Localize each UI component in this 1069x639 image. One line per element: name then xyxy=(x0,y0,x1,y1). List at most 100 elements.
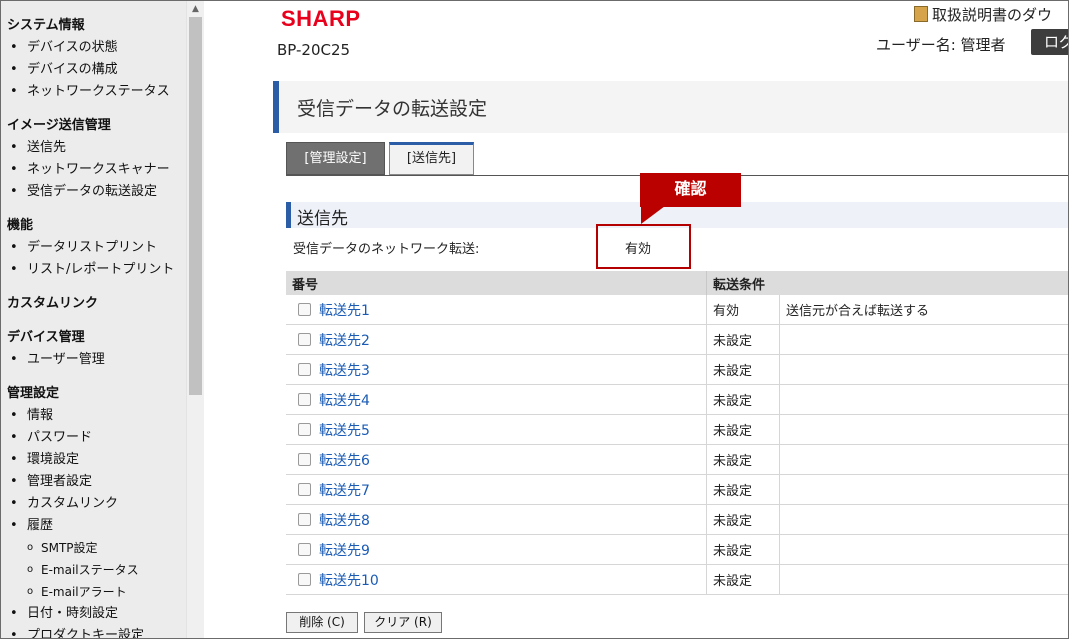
sidebar-subitem-email-status[interactable]: E-mailステータス xyxy=(1,559,186,581)
network-transfer-label: 受信データのネットワーク転送: xyxy=(293,242,480,257)
sidebar-item-password[interactable]: パスワード xyxy=(1,427,186,449)
sidebar-item-data-list-print[interactable]: データリストプリント xyxy=(1,237,186,259)
status-cell: 未設定 xyxy=(706,384,780,415)
page-title-bar: 受信データの転送設定 xyxy=(273,81,1068,133)
sharp-logo: SHARP xyxy=(281,6,361,31)
condition-cell xyxy=(779,324,1068,355)
row-checkbox[interactable] xyxy=(298,542,311,556)
manual-book-icon xyxy=(914,6,928,22)
destination-link[interactable]: 転送先5 xyxy=(319,423,370,439)
condition-cell: 送信元が合えば転送する xyxy=(779,295,1068,325)
sidebar-section-device-management[interactable]: デバイス管理 xyxy=(1,327,186,349)
condition-cell xyxy=(779,534,1068,565)
logout-button[interactable]: ログ xyxy=(1031,29,1068,55)
scroll-up-arrow-icon[interactable]: ▲ xyxy=(187,1,204,17)
sidebar-item-report-print[interactable]: リスト/レポートプリント xyxy=(1,259,186,281)
table-row: 転送先2 未設定 xyxy=(286,324,1068,355)
number-cell: 転送先4 xyxy=(286,384,707,415)
condition-cell xyxy=(779,384,1068,415)
section-title: 送信先 xyxy=(297,209,348,229)
table-row: 転送先9 未設定 xyxy=(286,534,1068,565)
sidebar-section-admin-settings[interactable]: 管理設定 xyxy=(1,383,186,405)
sidebar-item-product-key[interactable]: プロダクトキー設定 xyxy=(1,625,186,638)
table-row: 転送先4 未設定 xyxy=(286,384,1068,415)
row-checkbox[interactable] xyxy=(298,452,311,466)
number-cell: 転送先7 xyxy=(286,474,707,505)
row-checkbox[interactable] xyxy=(298,572,311,586)
tab-admin-settings[interactable]: [管理設定] xyxy=(286,142,385,175)
sidebar-item-info[interactable]: 情報 xyxy=(1,405,186,427)
destination-link[interactable]: 転送先4 xyxy=(319,393,370,409)
status-cell: 未設定 xyxy=(706,504,780,535)
condition-cell xyxy=(779,564,1068,595)
sidebar-item-user-management[interactable]: ユーザー管理 xyxy=(1,349,186,371)
table-row: 転送先8 未設定 xyxy=(286,504,1068,535)
sidebar-section-system-info[interactable]: システム情報 xyxy=(1,15,186,37)
number-cell: 転送先8 xyxy=(286,504,707,535)
sidebar-item-network-scanner[interactable]: ネットワークスキャナー xyxy=(1,159,186,181)
condition-cell xyxy=(779,414,1068,445)
delete-button[interactable]: 削除 (C) xyxy=(286,612,358,633)
number-cell: 転送先9 xyxy=(286,534,707,565)
destination-link[interactable]: 転送先7 xyxy=(319,483,370,499)
row-checkbox[interactable] xyxy=(298,422,311,436)
row-checkbox[interactable] xyxy=(298,512,311,526)
sidebar-item-history[interactable]: 履歴 xyxy=(1,515,186,537)
row-checkbox[interactable] xyxy=(298,302,311,316)
condition-cell xyxy=(779,444,1068,475)
destination-link[interactable]: 転送先9 xyxy=(319,543,370,559)
status-cell: 未設定 xyxy=(706,354,780,385)
sidebar-section-image-send[interactable]: イメージ送信管理 xyxy=(1,115,186,137)
destination-link[interactable]: 転送先8 xyxy=(319,513,370,529)
sidebar-item-device-status[interactable]: デバイスの状態 xyxy=(1,37,186,59)
sidebar-section-custom-links[interactable]: カスタムリンク xyxy=(1,293,186,315)
destination-link[interactable]: 転送先1 xyxy=(319,303,370,319)
row-checkbox[interactable] xyxy=(298,362,311,376)
sidebar-subitem-smtp[interactable]: SMTP設定 xyxy=(1,537,186,559)
sidebar-section-functions[interactable]: 機能 xyxy=(1,215,186,237)
status-cell: 未設定 xyxy=(706,324,780,355)
sidebar-item-destinations[interactable]: 送信先 xyxy=(1,137,186,159)
sidebar-item-network-status[interactable]: ネットワークステータス xyxy=(1,81,186,103)
condition-cell xyxy=(779,474,1068,505)
table-row: 転送先10 未設定 xyxy=(286,564,1068,595)
destination-link[interactable]: 転送先6 xyxy=(319,453,370,469)
table-row: 転送先3 未設定 xyxy=(286,354,1068,385)
number-cell: 転送先1 xyxy=(286,295,707,325)
row-checkbox[interactable] xyxy=(298,332,311,346)
sidebar-item-custom-link[interactable]: カスタムリンク xyxy=(1,493,186,515)
status-cell: 有効 xyxy=(706,295,780,325)
row-checkbox[interactable] xyxy=(298,482,311,496)
clear-button[interactable]: クリア (R) xyxy=(364,612,442,633)
sidebar-subitem-email-alert[interactable]: E-mailアラート xyxy=(1,581,186,603)
callout-pointer xyxy=(641,206,665,224)
status-cell: 未設定 xyxy=(706,414,780,445)
sidebar: システム情報 デバイスの状態 デバイスの構成 ネットワークステータス イメージ送… xyxy=(1,1,186,638)
table-row: 転送先6 未設定 xyxy=(286,444,1068,475)
user-name-label: ユーザー名: 管理者 xyxy=(876,36,1006,54)
browser-frame: システム情報 デバイスの状態 デバイスの構成 ネットワークステータス イメージ送… xyxy=(0,0,1069,639)
tab-destination[interactable]: [送信先] xyxy=(389,142,474,175)
sidebar-scrollbar[interactable]: ▲ xyxy=(186,1,204,638)
number-cell: 転送先2 xyxy=(286,324,707,355)
sidebar-item-admin-config[interactable]: 管理者設定 xyxy=(1,471,186,493)
condition-cell xyxy=(779,504,1068,535)
number-cell: 転送先6 xyxy=(286,444,707,475)
status-cell: 未設定 xyxy=(706,474,780,505)
status-cell: 未設定 xyxy=(706,564,780,595)
sidebar-item-device-config[interactable]: デバイスの構成 xyxy=(1,59,186,81)
model-name: BP-20C25 xyxy=(277,41,351,59)
sidebar-item-environment[interactable]: 環境設定 xyxy=(1,449,186,471)
destination-link[interactable]: 転送先3 xyxy=(319,363,370,379)
sidebar-item-inbound-routing[interactable]: 受信データの転送設定 xyxy=(1,181,186,203)
status-cell: 未設定 xyxy=(706,534,780,565)
condition-cell xyxy=(779,354,1068,385)
destination-link[interactable]: 転送先2 xyxy=(319,333,370,349)
scrollbar-thumb[interactable] xyxy=(189,17,202,395)
manual-download-link[interactable]: 取扱説明書のダウ xyxy=(914,4,1052,25)
row-checkbox[interactable] xyxy=(298,392,311,406)
sidebar-item-date-time[interactable]: 日付・時刻設定 xyxy=(1,603,186,625)
table-row: 転送先7 未設定 xyxy=(286,474,1068,505)
destination-link[interactable]: 転送先10 xyxy=(319,573,379,589)
destination-table: 番号 転送条件 転送先1 有効 送信元が合えば転送する 転送先2 未設定 転送先… xyxy=(286,271,1068,595)
